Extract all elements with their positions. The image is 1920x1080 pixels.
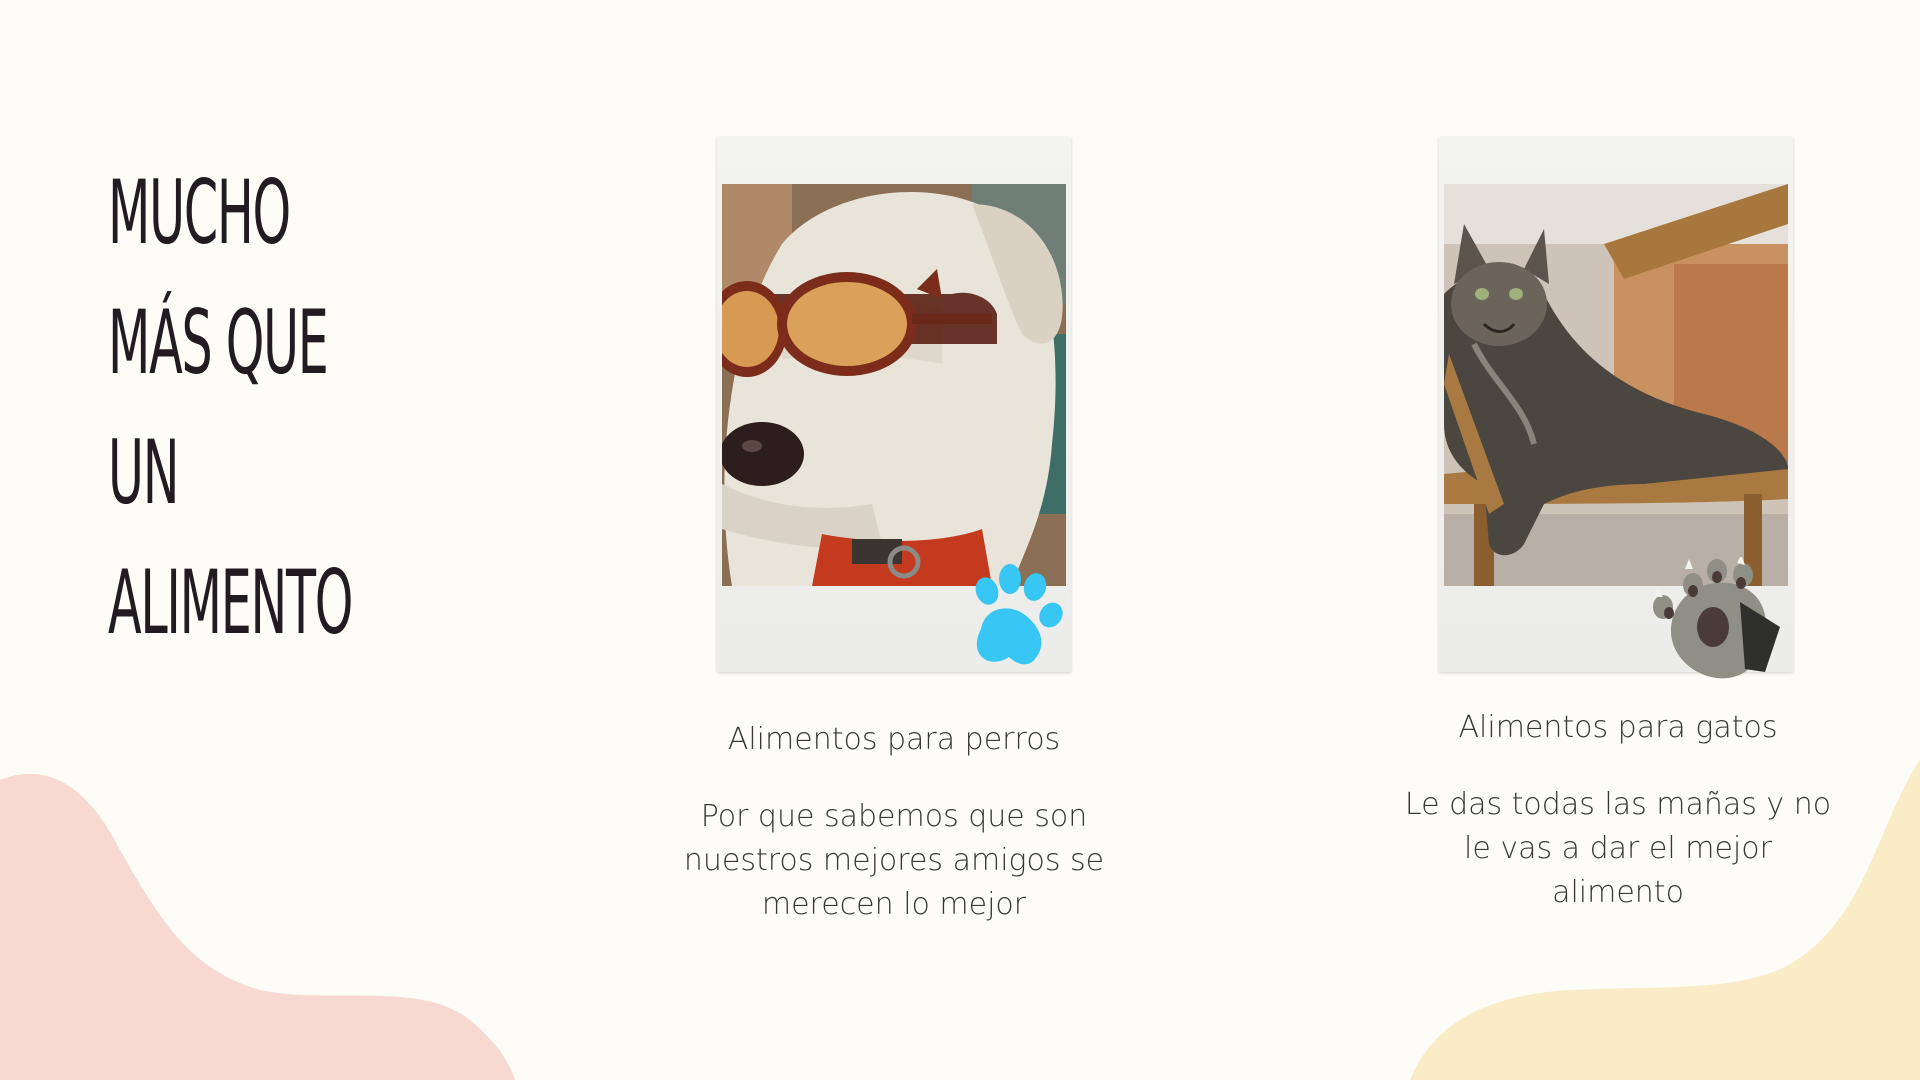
pink-background-shape [0,773,515,1080]
cat-food-title: Alimentos para gatos [1458,710,1778,745]
dog-photo [722,184,1066,586]
cat-paw-icon [1653,557,1780,679]
cat-food-description: Le das todas las mañas y no le vas a dar… [1404,787,1832,910]
dog-food-description: Por que sabemos que son nuestros mejores… [683,799,1105,922]
cat-photo [1444,184,1788,586]
blue-paw-icon [975,564,1063,665]
dog-food-title: Alimentos para perros [727,722,1061,757]
page-headline: Mucho más que un alimento [108,161,353,654]
